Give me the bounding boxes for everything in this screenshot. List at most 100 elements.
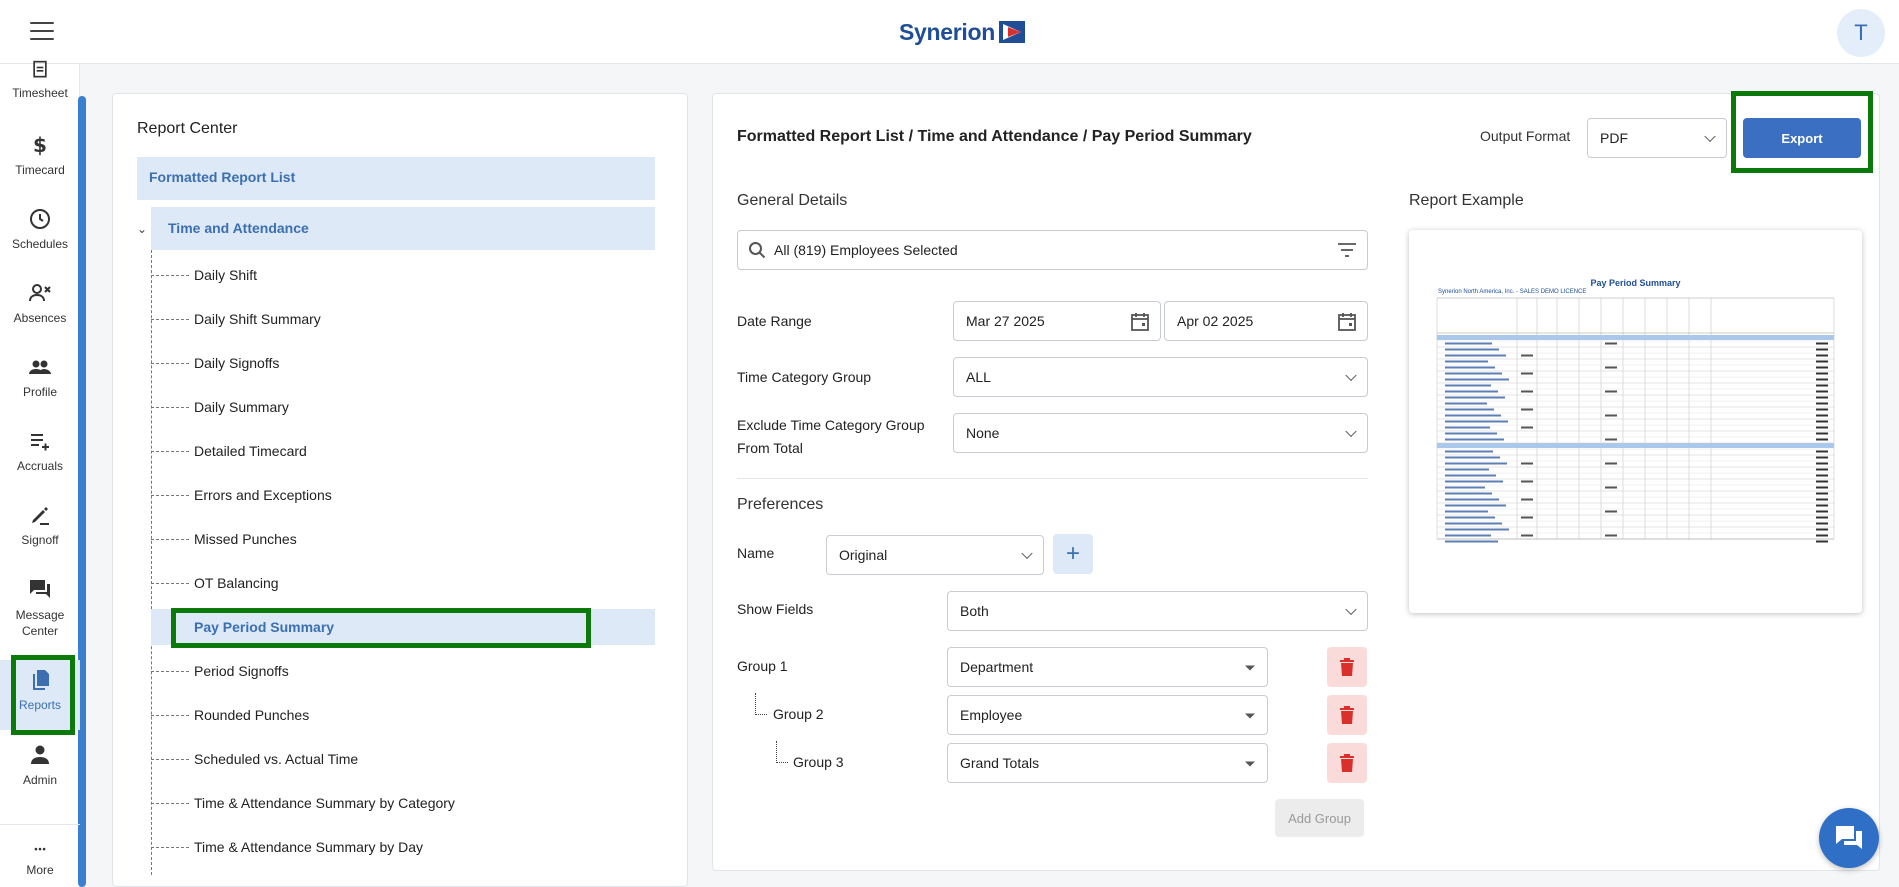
preview-cell: [1445, 450, 1493, 453]
preview-cell: [1816, 486, 1828, 489]
preview-cell: [1445, 456, 1500, 459]
preview-cell: [1445, 510, 1488, 513]
preview-cell: [1605, 438, 1617, 441]
sidebar-item-absences[interactable]: Absences: [0, 281, 80, 325]
preview-cell: [1816, 342, 1828, 345]
report-item[interactable]: OT Balancing: [151, 565, 655, 601]
preview-cell: [1816, 384, 1828, 387]
preview-cell: [1445, 498, 1499, 501]
preview-cell: [1816, 534, 1828, 537]
report-item[interactable]: Period Signoffs: [151, 653, 655, 689]
chevron-down-icon: [1345, 425, 1357, 438]
preview-cell: [1605, 366, 1617, 369]
report-item-label: Daily Signoffs: [194, 355, 280, 371]
add-preference-button[interactable]: +: [1053, 534, 1093, 574]
sidebar-item-schedules[interactable]: Schedules: [0, 207, 80, 251]
delete-group-3-button[interactable]: [1327, 743, 1367, 783]
filter-icon[interactable]: [1337, 242, 1357, 258]
exclude-tcg-select[interactable]: None: [953, 413, 1368, 453]
synerion-logo: Synerion: [899, 18, 1026, 46]
report-item-label: Detailed Timecard: [194, 443, 307, 459]
delete-group-1-button[interactable]: [1327, 647, 1367, 687]
preview-cell: [1816, 348, 1828, 351]
time-and-attendance-group[interactable]: Time and Attendance: [151, 207, 655, 250]
preview-cell: [1521, 480, 1533, 483]
preview-cell: [1445, 474, 1496, 477]
report-item[interactable]: Daily Summary: [151, 389, 655, 425]
sidebar-item-label: Timesheet: [12, 86, 68, 100]
sidebar-item-admin[interactable]: Admin: [0, 743, 80, 787]
preview-cell: [1605, 510, 1617, 513]
preference-name-value: Original: [839, 547, 888, 563]
sidebar-item-message-center[interactable]: Message Center: [0, 577, 80, 639]
date-from-field[interactable]: Mar 27 2025: [953, 301, 1161, 341]
preview-cell: [1445, 516, 1495, 519]
show-fields-select[interactable]: Both: [947, 591, 1368, 631]
time-category-group-select[interactable]: ALL: [953, 357, 1368, 397]
preview-cell: [1445, 528, 1509, 531]
report-item-label: Daily Summary: [194, 399, 289, 415]
preview-cell: [1445, 342, 1492, 345]
sidebar-divider: [0, 824, 80, 825]
chevron-down-icon[interactable]: ⌄: [137, 222, 147, 236]
date-from-value: Mar 27 2025: [966, 313, 1045, 329]
preview-cell: [1816, 420, 1828, 423]
sidebar-item-label: Message Center: [15, 608, 65, 638]
report-item[interactable]: Errors and Exceptions: [151, 477, 655, 513]
output-format-select[interactable]: PDF: [1587, 118, 1727, 158]
preview-cell: [1445, 492, 1492, 495]
report-item[interactable]: Rounded Punches: [151, 697, 655, 733]
group-1-select[interactable]: Department: [947, 647, 1268, 687]
date-to-field[interactable]: Apr 02 2025: [1164, 301, 1368, 341]
preview-table: [1436, 297, 1835, 543]
dollar-icon: $: [33, 133, 47, 157]
report-item[interactable]: Time & Attendance Summary by Day: [151, 829, 655, 865]
show-fields-label: Show Fields: [737, 601, 814, 617]
timesheet-icon: [33, 60, 47, 78]
dropdown-arrow-icon: [1245, 665, 1255, 671]
sidebar-item-timesheet[interactable]: Timesheet: [0, 60, 80, 100]
sidebar-item-more[interactable]: More: [0, 845, 80, 877]
preview-cell: [1521, 408, 1533, 411]
preview-cell: [1445, 462, 1507, 465]
chat-bubble-icon: [1836, 826, 1862, 849]
pay-period-highlight-box: [171, 608, 591, 648]
preview-cell: [1816, 402, 1828, 405]
preference-name-select[interactable]: Original: [826, 535, 1044, 575]
sidebar-item-label: Profile: [22, 385, 57, 399]
report-item[interactable]: Daily Shift Summary: [151, 301, 655, 337]
sidebar-item-profile[interactable]: Profile: [0, 355, 80, 399]
preview-cell: [1816, 522, 1828, 525]
group-3-select[interactable]: Grand Totals: [947, 743, 1268, 783]
sidebar-item-timecard[interactable]: $ Timecard: [0, 133, 80, 177]
report-item[interactable]: Detailed Timecard: [151, 433, 655, 469]
group-3-label: Group 3: [793, 754, 844, 770]
report-item[interactable]: Missed Punches: [151, 521, 655, 557]
preview-cell: [1521, 534, 1533, 537]
employee-selector[interactable]: All (819) Employees Selected: [737, 230, 1368, 270]
formatted-report-list-item[interactable]: Formatted Report List: [137, 157, 655, 200]
chat-support-button[interactable]: [1819, 808, 1879, 868]
exclude-label-line2: From Total: [737, 440, 803, 456]
exclude-tcg-value: None: [966, 425, 1000, 441]
sidebar-item-signoff[interactable]: Signoff: [0, 503, 80, 547]
preview-cell: [1445, 372, 1502, 375]
group-2-select[interactable]: Employee: [947, 695, 1268, 735]
preview-cell: [1816, 480, 1828, 483]
add-group-button[interactable]: Add Group: [1275, 799, 1364, 837]
report-item[interactable]: Daily Signoffs: [151, 345, 655, 381]
user-avatar[interactable]: T: [1837, 9, 1885, 57]
preview-cell: [1816, 504, 1828, 507]
report-item-label: Errors and Exceptions: [194, 487, 332, 503]
preview-company: Synerion North America, Inc. - SALES DEM…: [1438, 289, 1587, 295]
report-item[interactable]: Time & Attendance Summary by Category: [151, 785, 655, 821]
report-item[interactable]: Daily Shift: [151, 257, 655, 293]
delete-group-2-button[interactable]: [1327, 695, 1367, 735]
calendar-icon[interactable]: [1130, 312, 1150, 332]
hamburger-menu-icon[interactable]: [30, 22, 54, 40]
sidebar-item-label: Signoff: [21, 533, 59, 547]
report-item[interactable]: Scheduled vs. Actual Time: [151, 741, 655, 777]
sidebar-item-accruals[interactable]: Accruals: [0, 429, 80, 473]
calendar-icon[interactable]: [1337, 312, 1357, 332]
report-item-label: Time & Attendance Summary by Day: [194, 839, 424, 855]
